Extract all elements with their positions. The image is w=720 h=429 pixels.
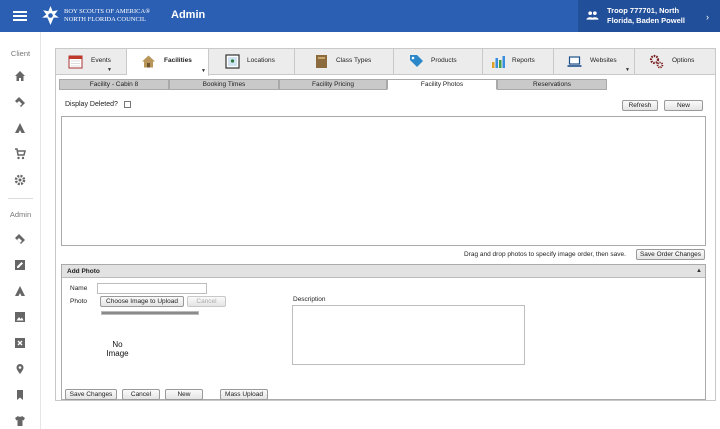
cart-icon[interactable] <box>14 148 26 160</box>
tab-options-label: Options <box>672 57 695 64</box>
no-image-placeholder: No Image <box>100 340 135 358</box>
sidebar-divider <box>8 198 33 199</box>
new-photo-button[interactable]: New <box>165 389 203 400</box>
laptop-icon <box>567 56 582 67</box>
location-icon[interactable] <box>14 363 26 375</box>
collapse-caret-icon[interactable]: ▲ <box>696 268 702 274</box>
add-photo-title: Add Photo <box>67 268 100 275</box>
tab-class-types-label: Class Types <box>336 57 372 64</box>
gears-icon <box>649 54 664 69</box>
module-tab-bar: Events ▼ Facilities ▼ Locations Class Ty… <box>56 49 715 76</box>
tab-websites-label: Websites <box>590 57 617 64</box>
subtab-facility-pricing[interactable]: Facility Pricing <box>279 79 387 90</box>
tickets-icon[interactable] <box>14 233 26 245</box>
dropdown-caret-icon: ▼ <box>201 68 206 74</box>
tab-reports-label: Reports <box>512 57 535 64</box>
main-panel: Events ▼ Facilities ▼ Locations Class Ty… <box>55 48 716 401</box>
tab-products[interactable]: Products <box>394 49 483 75</box>
bar-chart-icon <box>492 56 505 68</box>
upload-progress-bar <box>101 311 199 315</box>
subtab-facility-photos[interactable]: Facility Photos <box>387 79 497 90</box>
edit-icon[interactable] <box>14 259 26 271</box>
gear-icon[interactable] <box>14 174 26 186</box>
drag-order-note: Drag and drop photos to specify image or… <box>464 251 626 258</box>
org-line-1: BOY SCOUTS OF AMERICA® <box>64 8 151 15</box>
map-icon <box>225 54 240 69</box>
tab-events[interactable]: Events ▼ <box>56 49 127 75</box>
subtab-booking-times[interactable]: Booking Times <box>169 79 279 90</box>
description-textarea[interactable] <box>292 305 525 365</box>
tab-locations-label: Locations <box>247 57 275 64</box>
bookmark-icon[interactable] <box>14 389 26 401</box>
image-icon[interactable] <box>14 311 26 323</box>
display-deleted-checkbox[interactable] <box>124 101 131 108</box>
cancel-upload-button[interactable]: Cancel <box>187 296 226 307</box>
dropdown-caret-icon: ▼ <box>625 67 630 73</box>
display-deleted-label: Display Deleted? <box>65 101 118 108</box>
refresh-button[interactable]: Refresh <box>622 100 658 111</box>
tab-events-label: Events <box>91 57 111 64</box>
book-icon <box>316 55 327 68</box>
campsite-icon[interactable] <box>14 285 26 297</box>
photo-drop-area[interactable] <box>61 116 706 246</box>
campsite-icon[interactable] <box>14 122 26 134</box>
save-changes-button[interactable]: Save Changes <box>65 389 117 400</box>
troop-line-1: Troop 777701, North <box>607 6 680 15</box>
tab-facilities[interactable]: Facilities ▼ <box>127 49 209 76</box>
sidebar-client-label: Client <box>10 49 31 58</box>
tab-websites[interactable]: Websites ▼ <box>554 49 635 75</box>
troop-line-2: Florida, Baden Powell <box>607 16 685 25</box>
upload-progress-fill <box>102 312 198 314</box>
troop-selector[interactable]: Troop 777701, North Florida, Baden Powel… <box>578 0 720 32</box>
new-button[interactable]: New <box>664 100 703 111</box>
sidebar: Client Admin <box>0 32 41 429</box>
org-line-2: NORTH FLORIDA COUNCIL <box>64 16 146 23</box>
description-label: Description <box>293 296 326 303</box>
tag-icon <box>410 55 423 67</box>
no-image-line-1: No <box>112 340 123 349</box>
choose-image-button[interactable]: Choose Image to Upload <box>100 296 184 307</box>
shirt-icon[interactable] <box>14 415 26 427</box>
org-name: BOY SCOUTS OF AMERICA® NORTH FLORIDA COU… <box>64 8 150 24</box>
mass-upload-button[interactable]: Mass Upload <box>220 389 268 400</box>
calendar-icon <box>68 55 83 69</box>
chevron-right-icon: › <box>706 12 709 22</box>
save-order-changes-button[interactable]: Save Order Changes <box>636 249 705 260</box>
name-input[interactable] <box>97 283 207 294</box>
add-photo-panel: Add Photo ▲ Name Photo Choose Image to U… <box>61 264 706 400</box>
tab-facilities-label: Facilities <box>164 57 192 64</box>
troop-name: Troop 777701, North Florida, Baden Powel… <box>607 6 685 26</box>
cancel-button[interactable]: Cancel <box>122 389 160 400</box>
photo-label: Photo <box>70 298 87 305</box>
top-bar: BOY SCOUTS OF AMERICA® NORTH FLORIDA COU… <box>0 0 720 32</box>
dropdown-caret-icon: ▼ <box>107 67 112 73</box>
close-box-icon[interactable] <box>14 337 26 349</box>
subtab-facility[interactable]: Facility - Cabin 8 <box>59 79 169 90</box>
app-title: Admin <box>171 9 206 21</box>
tab-options[interactable]: Options <box>635 49 715 75</box>
bsa-logo <box>42 6 59 25</box>
sidebar-admin-label: Admin <box>9 210 32 219</box>
no-image-line-2: Image <box>106 349 129 358</box>
subtab-reservations[interactable]: Reservations <box>497 79 607 90</box>
facility-subtabs: Facility - Cabin 8 Booking Times Facilit… <box>59 79 714 90</box>
tab-products-label: Products <box>431 57 457 64</box>
home-icon[interactable] <box>14 70 26 82</box>
tab-reports[interactable]: Reports <box>483 49 554 75</box>
add-photo-header[interactable]: Add Photo ▲ <box>62 265 705 278</box>
house-icon <box>142 55 155 68</box>
hamburger-menu-icon[interactable] <box>13 9 27 23</box>
tab-locations[interactable]: Locations <box>209 49 295 75</box>
people-icon <box>586 11 599 20</box>
name-label: Name <box>70 285 88 292</box>
tickets-icon[interactable] <box>14 96 26 108</box>
tab-class-types[interactable]: Class Types <box>295 49 394 75</box>
